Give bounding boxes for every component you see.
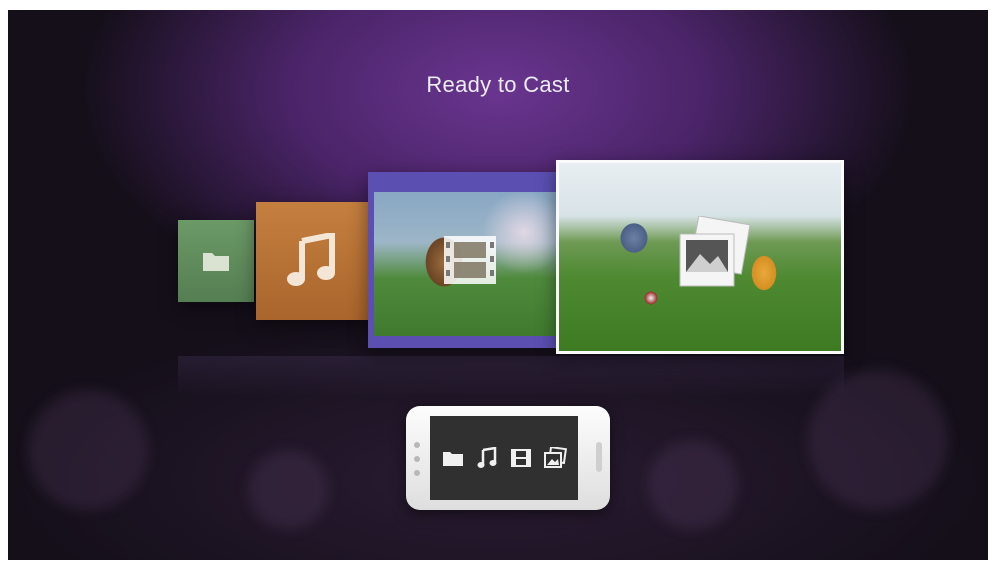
phone-button (414, 456, 420, 462)
phone-home-button (596, 442, 602, 472)
photo-icon[interactable] (543, 446, 567, 470)
video-card[interactable] (368, 172, 558, 348)
folder-icon[interactable] (441, 446, 465, 470)
bokeh-light (28, 390, 148, 510)
phone-button (414, 442, 420, 448)
page-title: Ready to Cast (426, 72, 570, 97)
bokeh-light (648, 440, 738, 530)
phone-button (414, 470, 420, 476)
film-icon (440, 232, 500, 288)
cast-screen: Ready to Cast (8, 10, 988, 560)
folder-card[interactable] (178, 220, 254, 302)
bokeh-light (248, 450, 328, 530)
carousel-reflection (178, 356, 844, 396)
folder-icon (178, 220, 254, 302)
music-card[interactable] (256, 202, 368, 320)
music-note-icon[interactable] (475, 446, 499, 470)
phone-device (406, 406, 610, 510)
film-icon[interactable] (509, 446, 533, 470)
music-note-icon (256, 202, 368, 320)
photo-icon (672, 216, 752, 292)
photo-card[interactable] (556, 160, 844, 354)
phone-screen (430, 416, 578, 500)
